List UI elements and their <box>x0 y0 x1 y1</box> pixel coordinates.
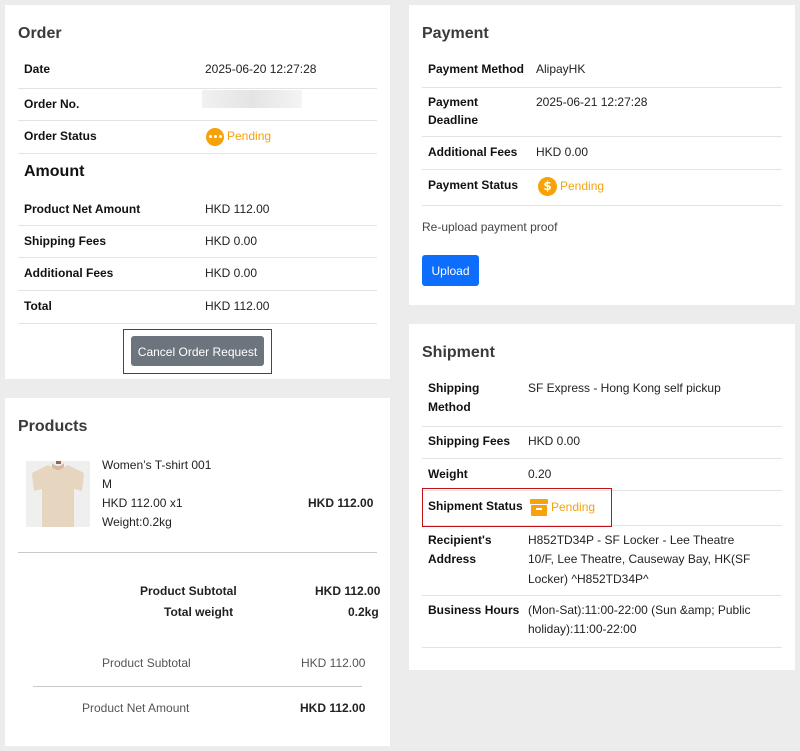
shipment-weight-row: Weight 0.20 <box>422 459 782 491</box>
business-hours-label: Business Hours <box>428 603 520 617</box>
payment-additional-row: Additional Fees HKD 0.00 <box>422 137 782 170</box>
payment-status-value: Pending <box>560 179 605 193</box>
order-date-row: Date 2025-06-20 12:27:28 <box>18 55 377 89</box>
total-value: HKD 112.00 <box>205 299 270 313</box>
payment-method-row: Payment Method AlipayHK <box>422 55 782 88</box>
payment-additional-value: HKD 0.00 <box>536 145 589 159</box>
cancel-highlight-frame: Cancel Order Request <box>123 329 272 374</box>
product-name[interactable]: Women’s T-shirt 001 <box>102 456 211 475</box>
net-amount-label: Product Net Amount <box>24 202 141 216</box>
order-title: Order <box>18 25 62 42</box>
payment-status-row: Payment Status $ Pending <box>422 170 782 206</box>
reupload-text: Re-upload payment proof <box>422 220 558 234</box>
recipient-address-line-2: 10/F, Lee Theatre, Causeway Bay, HK(SF <box>528 552 751 566</box>
products-net-value: HKD 112.00 <box>300 701 366 715</box>
net-amount-row: Product Net Amount HKD 112.00 <box>18 194 377 226</box>
payment-additional-label: Additional Fees <box>428 145 518 159</box>
business-hours-row: Business Hours (Mon-Sat):11:00-22:00 (Su… <box>422 596 782 648</box>
product-size: M <box>102 477 112 491</box>
shipping-method-row: Shipping Method SF Express - Hong Kong s… <box>422 374 782 427</box>
order-date-label: Date <box>24 62 51 76</box>
total-label: Total <box>24 299 52 313</box>
payment-status-badge: $ Pending <box>538 177 604 196</box>
products-card: Products <box>5 398 390 746</box>
amount-title: Amount <box>24 163 85 180</box>
upload-button[interactable]: Upload <box>422 255 479 286</box>
additional-fees-label: Additional Fees <box>24 266 114 280</box>
products-divider-2 <box>33 686 362 687</box>
business-hours-line-1: (Mon-Sat):11:00-22:00 (Sun &amp; Public <box>528 603 751 617</box>
shipping-method-label-1: Shipping <box>428 381 480 395</box>
order-status-row: Order Status Pending <box>18 121 377 154</box>
shipping-fees-row: Shipping Fees HKD 0.00 <box>18 226 377 258</box>
recipient-address-label-1: Recipient's <box>428 533 492 547</box>
shipment-status-highlight-frame <box>422 488 612 527</box>
shipping-method-value: SF Express - Hong Kong self pickup <box>528 381 721 395</box>
products-net-label: Product Net Amount <box>82 701 190 715</box>
shipment-weight-value: 0.20 <box>528 467 552 481</box>
recipient-address-label-2: Address <box>428 552 477 566</box>
net-amount-value: HKD 112.00 <box>205 202 270 216</box>
product-thumbnail[interactable] <box>26 461 90 527</box>
payment-deadline-value: 2025-06-21 12:27:28 <box>536 95 648 109</box>
products-subtotal2-label: Product Subtotal <box>102 656 191 670</box>
recipient-address-line-1: H852TD34P - SF Locker - Lee Theatre <box>528 533 735 547</box>
additional-fees-value: HKD 0.00 <box>205 266 258 280</box>
tshirt-image <box>26 461 90 527</box>
recipient-address-row: Recipient's Address H852TD34P - SF Locke… <box>422 526 782 596</box>
payment-deadline-label-1: Payment <box>428 95 479 109</box>
additional-fees-row: Additional Fees HKD 0.00 <box>18 258 377 291</box>
payment-card: Payment Payment Method AlipayHK Payment … <box>409 5 795 305</box>
shipment-fees-label: Shipping Fees <box>428 434 511 448</box>
product-line-total: HKD 112.00 <box>308 496 374 510</box>
payment-title: Payment <box>422 25 489 42</box>
shipment-card: Shipment Shipping Method SF Express - Ho… <box>409 324 795 670</box>
business-hours-line-2: holiday):11:00-22:00 <box>528 622 637 636</box>
shipment-fees-value: HKD 0.00 <box>528 434 581 448</box>
payment-deadline-label-2: Deadline <box>428 113 479 127</box>
order-status-value: Pending <box>227 129 272 143</box>
total-weight-value: 0.2kg <box>348 605 379 619</box>
payment-method-value: AlipayHK <box>536 62 586 76</box>
dollar-coin-icon: $ <box>538 177 557 196</box>
product-price-qty: HKD 112.00 x1 <box>102 496 183 510</box>
payment-deadline-row: Payment Deadline 2025-06-21 12:27:28 <box>422 88 782 137</box>
cancel-order-request-button[interactable]: Cancel Order Request <box>131 336 264 366</box>
shipping-fees-label: Shipping Fees <box>24 234 107 248</box>
products-subtotal-label: Product Subtotal <box>140 584 237 598</box>
shipment-fees-row: Shipping Fees HKD 0.00 <box>422 427 782 459</box>
product-weight: Weight:0.2kg <box>102 515 172 529</box>
order-date-value: 2025-06-20 12:27:28 <box>205 62 317 76</box>
order-status-badge: Pending <box>206 127 271 146</box>
products-subtotal-value: HKD 112.00 <box>315 584 381 598</box>
products-subtotal2-value: HKD 112.00 <box>301 656 366 670</box>
order-status-label: Order Status <box>24 129 97 143</box>
order-no-row: Order No. <box>18 89 377 121</box>
recipient-address-line-3: Locker) ^H852TD34P^ <box>528 572 649 586</box>
order-card: Order Date 2025-06-20 12:27:28 Order No.… <box>5 5 390 379</box>
total-row: Total HKD 112.00 <box>18 291 377 324</box>
shipping-method-label-2: Method <box>428 400 471 414</box>
payment-status-label: Payment Status <box>428 178 519 192</box>
products-title: Products <box>18 418 88 435</box>
shipment-title: Shipment <box>422 344 495 361</box>
pending-dots-icon <box>206 127 224 146</box>
products-divider-1 <box>18 552 377 553</box>
order-no-label: Order No. <box>24 97 80 111</box>
shipment-weight-label: Weight <box>428 467 468 481</box>
payment-method-label: Payment Method <box>428 62 525 76</box>
order-no-value-redacted <box>202 90 302 108</box>
shipping-fees-value: HKD 0.00 <box>205 234 258 248</box>
total-weight-label: Total weight <box>164 605 234 619</box>
